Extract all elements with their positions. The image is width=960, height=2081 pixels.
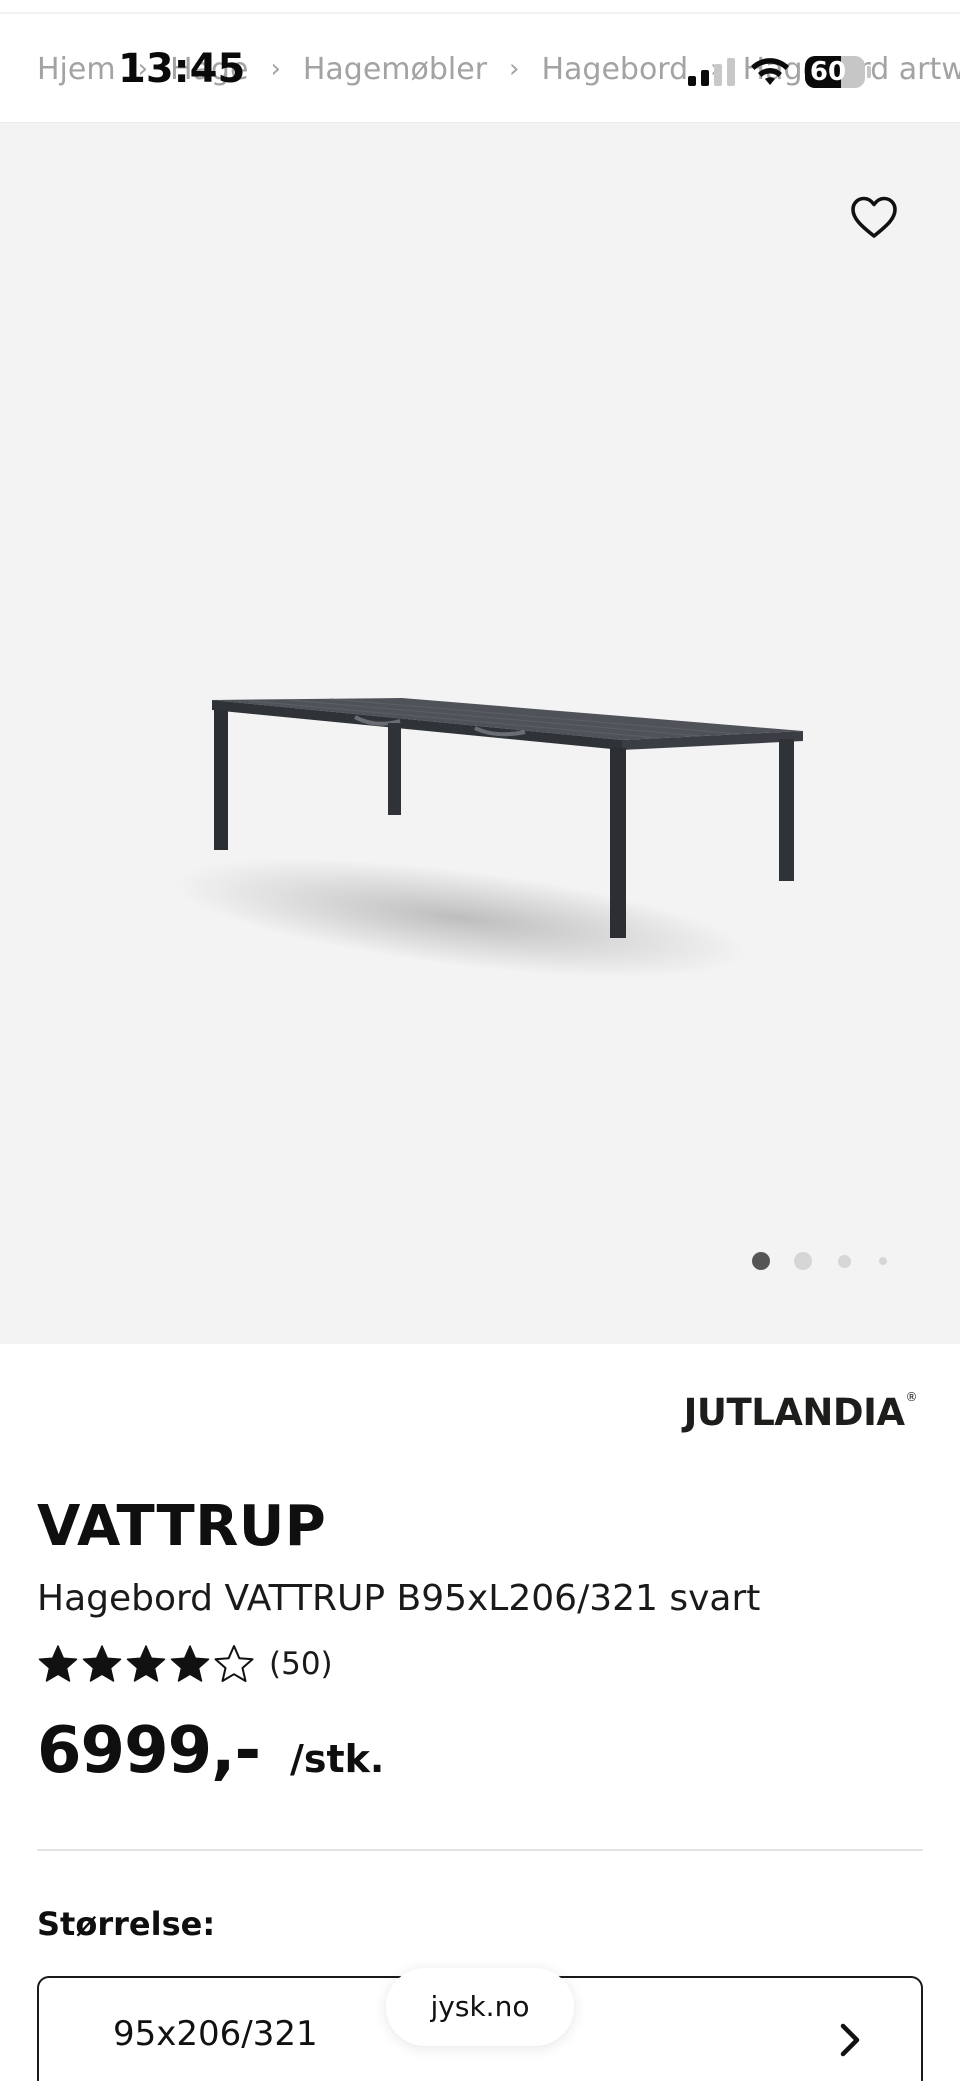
price-unit: /stk.	[290, 1737, 385, 1781]
price: 6999,-	[37, 1714, 261, 1788]
wishlist-button[interactable]	[846, 190, 902, 246]
star-filled-icon	[126, 1645, 166, 1682]
brand-logo[interactable]: JUTLANDIA®	[683, 1390, 918, 1434]
product-title: VATTRUP	[37, 1494, 327, 1559]
carousel-dot[interactable]	[752, 1252, 770, 1270]
section-divider	[37, 1849, 923, 1851]
brand-name: JUTLANDIA	[683, 1391, 905, 1434]
signal-bar	[714, 64, 722, 86]
browser-url-pill[interactable]: jysk.no	[386, 1968, 574, 2046]
size-label: Størrelse:	[37, 1905, 216, 1943]
chevron-right-icon	[840, 2023, 860, 2057]
star-filled-icon	[38, 1645, 78, 1682]
breadcrumb-item-garden-furniture[interactable]: Hagemøbler	[303, 52, 487, 87]
star-filled-icon	[82, 1645, 122, 1682]
status-bar-indicators: 60	[688, 52, 871, 92]
breadcrumb-separator: ›	[270, 54, 281, 84]
star-filled-icon	[170, 1645, 210, 1682]
product-rating[interactable]: (50)	[37, 1642, 333, 1686]
breadcrumb-item-home[interactable]: Hjem	[37, 52, 116, 87]
product-subtitle: Hagebord VATTRUP B95xL206/321 svart	[37, 1578, 761, 1619]
carousel-dot[interactable]	[879, 1257, 887, 1265]
signal-bar	[688, 76, 696, 86]
star-empty-icon	[214, 1645, 254, 1682]
product-page: Hjem › Hage › Hagemøbler › Hagebord › Ha…	[0, 0, 960, 2081]
rating-stars	[37, 1643, 257, 1685]
carousel-indicators	[752, 1250, 887, 1272]
breadcrumb-item-garden-table[interactable]: Hagebord	[541, 52, 688, 87]
signal-icon	[688, 58, 735, 86]
top-edge-line	[0, 12, 960, 14]
review-count[interactable]: (50)	[269, 1646, 333, 1682]
breadcrumb-separator: ›	[509, 54, 520, 84]
battery-icon: 60	[805, 56, 865, 88]
wifi-icon	[751, 58, 789, 85]
battery-tip	[867, 66, 871, 78]
signal-bar	[701, 70, 709, 86]
carousel-dot[interactable]	[838, 1254, 851, 1268]
price-row: 6999,- /stk.	[37, 1714, 384, 1790]
signal-bar	[727, 58, 735, 86]
product-image	[172, 698, 803, 978]
heart-outline-icon	[851, 196, 897, 238]
product-image-gallery[interactable]	[0, 123, 960, 1344]
registered-mark: ®	[905, 1390, 918, 1404]
carousel-dot[interactable]	[794, 1252, 812, 1270]
status-bar-time: 13:45	[118, 46, 246, 92]
battery-percentage: 60	[809, 57, 847, 87]
size-selected-value: 95x206/321	[113, 2014, 318, 2054]
